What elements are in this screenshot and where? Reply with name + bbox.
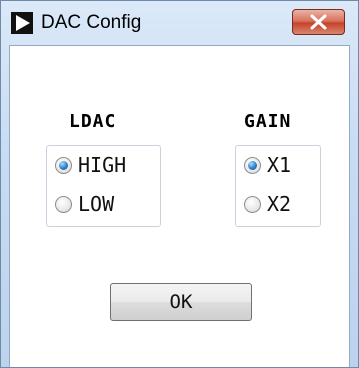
window-title: DAC Config bbox=[41, 12, 142, 33]
gain-option-x1[interactable]: X1 bbox=[244, 152, 291, 178]
title-bar[interactable]: DAC Config bbox=[1, 1, 358, 45]
ldac-option-high[interactable]: HIGH bbox=[55, 152, 126, 178]
ldac-high-label: HIGH bbox=[78, 153, 127, 177]
gain-label: GAIN bbox=[244, 111, 292, 132]
gain-x1-radio[interactable] bbox=[244, 156, 261, 174]
ldac-high-radio[interactable] bbox=[55, 156, 72, 174]
gain-group: X1 X2 bbox=[235, 145, 321, 227]
gain-x2-radio[interactable] bbox=[244, 195, 261, 213]
ldac-group: HIGH LOW bbox=[46, 145, 161, 227]
ldac-label: LDAC bbox=[69, 111, 117, 132]
close-button[interactable] bbox=[292, 9, 345, 35]
dac-config-dialog: DAC Config LDAC HIGH LOW GAIN X1 X2 OK bbox=[0, 0, 359, 368]
gain-x1-label: X1 bbox=[267, 153, 292, 177]
gain-option-x2[interactable]: X2 bbox=[244, 191, 291, 217]
ok-button[interactable]: OK bbox=[110, 283, 252, 321]
play-triangle-icon bbox=[11, 12, 33, 34]
dialog-body: LDAC HIGH LOW GAIN X1 X2 OK bbox=[9, 45, 350, 367]
gain-x2-label: X2 bbox=[267, 192, 292, 216]
ldac-low-label: LOW bbox=[78, 192, 115, 216]
close-x-icon bbox=[310, 14, 327, 30]
ldac-low-radio[interactable] bbox=[55, 195, 72, 213]
ldac-option-low[interactable]: LOW bbox=[55, 191, 114, 217]
